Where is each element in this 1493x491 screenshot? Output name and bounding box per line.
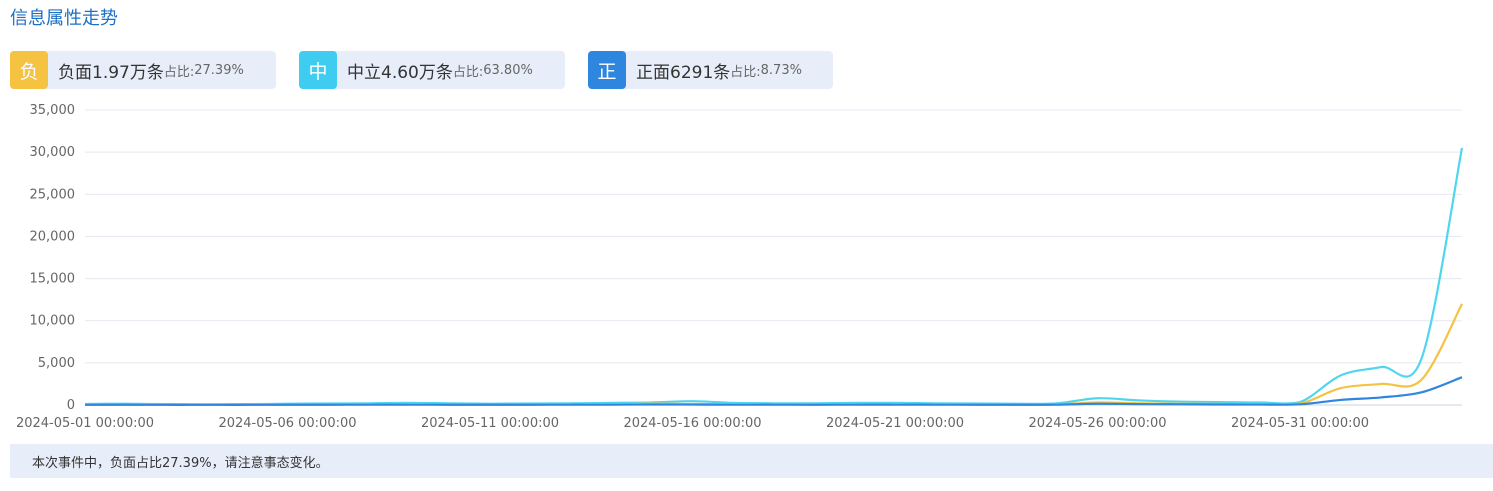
neutral-ratio-label: 占比: — [452, 64, 484, 80]
series-line-0 — [84, 303, 1463, 406]
x-tick-label: 2024-05-26 00:00:00 — [1028, 416, 1166, 431]
neutral-stat-card: 中 中立4.60万条 占比: 63.80% — [299, 51, 565, 89]
negative-count: 负面1.97万条 — [58, 62, 164, 83]
neutral-ratio-value: 63.80% — [483, 62, 533, 78]
negative-ratio-value: 27.39% — [194, 62, 244, 78]
x-tick-label: 2024-05-21 00:00:00 — [826, 416, 964, 431]
positive-stat-card: 正 正面6291条 占比: 8.73% — [588, 51, 833, 89]
trend-line-chart: 0 5,000 10,000 15,000 20,000 25,000 30,000 35,0… — [16, 103, 1464, 431]
positive-count: 正面6291条 — [636, 62, 731, 83]
neutral-count: 中立4.60万条 — [347, 62, 453, 83]
page-title: 信息属性走势 — [10, 8, 118, 29]
positive-ratio-label: 占比: — [730, 64, 761, 80]
positive-ratio-value: 8.73% — [760, 62, 802, 78]
negative-stat-card: 负 负面1.97万条 占比: 27.39% — [10, 51, 276, 89]
y-tick-label: 35,000 — [30, 103, 76, 118]
y-tick-label: 20,000 — [30, 229, 76, 244]
y-tick-label: 0 — [67, 398, 75, 413]
y-tick-label: 10,000 — [30, 314, 76, 329]
x-tick-label: 2024-05-06 00:00:00 — [218, 416, 356, 431]
y-tick-label: 25,000 — [30, 187, 76, 202]
series-line-2 — [84, 376, 1463, 406]
series-line-1 — [84, 147, 1464, 406]
y-tick-label: 15,000 — [30, 272, 76, 287]
x-tick-label: 2024-05-31 00:00:00 — [1231, 416, 1369, 431]
positive-badge: 正 — [588, 51, 626, 89]
negative-ratio-label: 占比: — [163, 64, 195, 80]
x-tick-label: 2024-05-16 00:00:00 — [623, 416, 761, 431]
x-tick-label: 2024-05-01 00:00:00 — [16, 416, 154, 431]
neutral-badge: 中 — [299, 51, 337, 89]
x-tick-label: 2024-05-11 00:00:00 — [421, 416, 559, 431]
y-tick-label: 30,000 — [30, 145, 76, 160]
summary-text: 本次事件中，负面占比27.39%，请注意事态变化。 — [32, 455, 329, 471]
y-tick-label: 5,000 — [38, 356, 75, 371]
negative-badge: 负 — [10, 51, 48, 89]
summary-bar: 本次事件中，负面占比27.39%，请注意事态变化。 — [10, 444, 1493, 478]
